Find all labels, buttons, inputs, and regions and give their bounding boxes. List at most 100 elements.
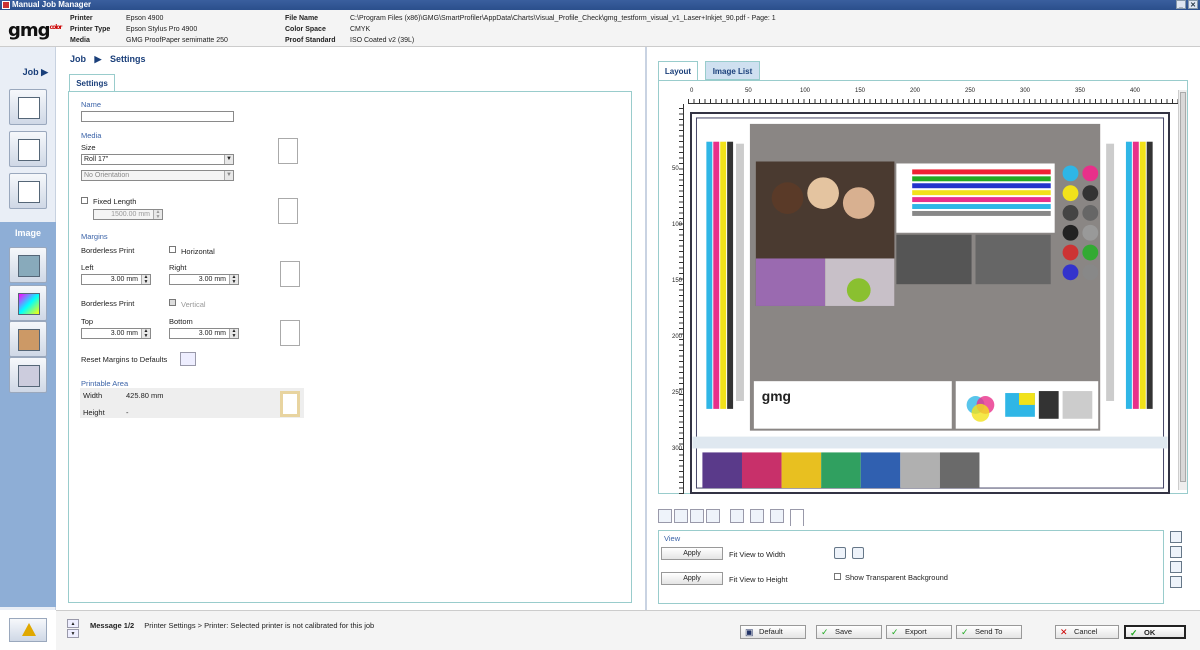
color-space-label: Color Space xyxy=(285,26,326,33)
ruler-tick-label: 350 xyxy=(1075,88,1086,94)
check-icon: ✓ xyxy=(891,627,899,637)
ruler-tick-label: 100 xyxy=(800,88,811,94)
printer-value: Epson 4900 xyxy=(126,15,164,22)
fixed-length-stepper[interactable]: 1500.00 mm ▲ ▼ xyxy=(93,209,163,220)
left-color-bars xyxy=(706,141,744,409)
sidebar-image-heading: Image xyxy=(14,228,41,238)
image-open-button[interactable] xyxy=(9,247,47,283)
save-disk-icon xyxy=(18,365,40,387)
crop-icon[interactable] xyxy=(750,509,764,523)
sidebar-job-heading[interactable]: Job ▶ xyxy=(0,67,56,81)
chevron-down-icon: ▼ xyxy=(224,155,233,164)
zoom-out-icon[interactable] xyxy=(852,547,864,559)
transform-icon[interactable] xyxy=(770,509,784,523)
import-icon[interactable] xyxy=(1170,531,1182,543)
duplicate-icon[interactable] xyxy=(690,509,704,523)
job-settings-button[interactable] xyxy=(9,89,47,125)
ruler-tick-label: 250 xyxy=(965,88,976,94)
next-message-button[interactable]: ▼ xyxy=(67,629,79,638)
show-transparent-checkbox[interactable] xyxy=(834,573,841,580)
breadcrumb-settings: Settings xyxy=(109,54,146,64)
check-icon: ✓ xyxy=(821,627,829,637)
width-value: 425.80 mm xyxy=(126,391,164,400)
ruler-tick-label: 0 xyxy=(690,88,694,94)
printer-type-label: Printer Type xyxy=(70,26,111,33)
zoom-view-icon[interactable] xyxy=(790,509,804,526)
tab-settings[interactable]: Settings xyxy=(69,74,115,92)
media-value: GMG ProofPaper semimatte 250 xyxy=(126,37,228,44)
window-title: Manual Job Manager xyxy=(12,0,92,9)
scrollbar-thumb[interactable] xyxy=(1180,92,1186,482)
job-printer-button[interactable] xyxy=(9,173,47,209)
height-value: - xyxy=(126,408,129,417)
printer-icon xyxy=(18,181,40,203)
fixed-length-label: Fixed Length xyxy=(93,197,137,206)
arrange-icon[interactable] xyxy=(706,509,720,523)
horizontal-checkbox[interactable] xyxy=(169,246,176,253)
name-input[interactable] xyxy=(81,111,234,122)
color-cube-icon xyxy=(18,293,40,315)
apply-fit-width-button[interactable]: Apply xyxy=(661,547,723,560)
cancel-button[interactable]: ✕ Cancel xyxy=(1055,625,1119,639)
preview-scrollbar[interactable] xyxy=(1178,90,1187,490)
vertical-checkbox[interactable] xyxy=(169,299,176,306)
left-margin-stepper[interactable]: 3.00 mm ▲ ▼ xyxy=(81,274,151,285)
bottom-margin-stepper[interactable]: 3.00 mm ▲ ▼ xyxy=(169,328,239,339)
fit-page-icon[interactable] xyxy=(658,509,672,523)
tab-layout[interactable]: Layout xyxy=(658,61,698,80)
proof-standard-value: ISO Coated v2 (39L) xyxy=(350,37,415,44)
gmg-logo: gmgcolor xyxy=(8,20,62,41)
fixed-length-thumbnail xyxy=(278,198,298,224)
apply-fit-height-button[interactable]: Apply xyxy=(661,572,723,585)
panel-divider[interactable] xyxy=(645,47,647,610)
orientation-select[interactable]: No Orientation ▼ xyxy=(81,170,234,181)
vertical-ruler xyxy=(668,104,684,494)
ok-button[interactable]: ✓ OK xyxy=(1124,625,1186,639)
warning-button[interactable] xyxy=(9,618,47,642)
fit-view-width-label: Fit View to Width xyxy=(729,550,786,559)
delete-icon[interactable] xyxy=(1170,546,1182,558)
fit-view-height-label: Fit View to Height xyxy=(729,575,788,584)
bottom-margin-label: Bottom xyxy=(169,317,193,326)
align-icon[interactable] xyxy=(730,509,744,523)
left-margin-label: Left xyxy=(81,263,94,272)
reset-margins-button[interactable] xyxy=(180,352,196,366)
rotate-icon[interactable] xyxy=(1170,576,1182,588)
top-margin-label: Top xyxy=(81,317,94,326)
test-form-sheet: gmg xyxy=(690,112,1170,494)
vertical-label: Vertical xyxy=(181,300,206,309)
send-to-button[interactable]: ✓ Send To xyxy=(956,625,1022,639)
image-save-button[interactable] xyxy=(9,357,47,393)
ruler-tick-label: 200 xyxy=(910,88,921,94)
image-color-button[interactable] xyxy=(9,285,47,321)
horizontal-ruler xyxy=(688,88,1178,104)
fixed-length-checkbox[interactable] xyxy=(81,197,88,204)
printer-type-value: Epson Stylus Pro 4900 xyxy=(126,26,198,33)
breadcrumb-job[interactable]: Job xyxy=(70,54,86,64)
save-button[interactable]: ✓ Save xyxy=(816,625,882,639)
name-label: Name xyxy=(81,100,102,109)
portrait-icon xyxy=(18,329,40,351)
previous-message-button[interactable]: ▲ xyxy=(67,619,79,628)
export-button[interactable]: ✓ Export xyxy=(886,625,952,639)
size-select[interactable]: Roll 17" ▼ xyxy=(81,154,234,165)
image-portrait-button[interactable] xyxy=(9,321,47,357)
move-icon[interactable] xyxy=(674,509,688,523)
right-margin-stepper[interactable]: 3.00 mm ▲ ▼ xyxy=(169,274,239,285)
top-margin-stepper[interactable]: 3.00 mm ▲ ▼ xyxy=(81,328,151,339)
app-icon xyxy=(2,1,10,9)
ruler-tick-label: 200 xyxy=(672,334,683,340)
close-button[interactable]: ✕ xyxy=(1188,0,1198,9)
message-text: Printer Settings > Printer: Selected pri… xyxy=(144,621,375,630)
zoom-in-icon[interactable] xyxy=(834,547,846,559)
default-button[interactable]: ▣ Default xyxy=(740,625,806,639)
status-message: Message 1/2 Printer Settings > Printer: … xyxy=(90,621,374,630)
view-section-label: View xyxy=(664,534,681,543)
reset-icon[interactable] xyxy=(1170,561,1182,573)
layout-document-icon xyxy=(18,139,40,161)
side-toolbar xyxy=(1170,531,1184,591)
job-layout-button[interactable] xyxy=(9,131,47,167)
minimize-button[interactable]: _ xyxy=(1176,0,1186,9)
tab-image-list[interactable]: Image List xyxy=(705,61,760,80)
title-bar: Manual Job Manager _ ✕ xyxy=(0,0,1200,10)
